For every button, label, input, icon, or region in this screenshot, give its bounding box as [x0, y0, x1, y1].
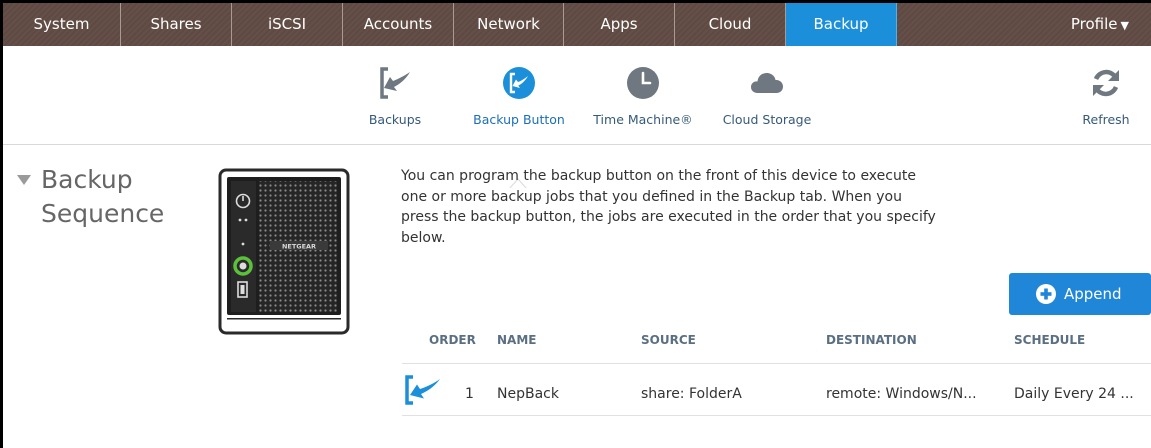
profile-menu[interactable]: Profile ▼: [1071, 3, 1129, 46]
backup-job-icon: [405, 375, 440, 405]
tab-network[interactable]: Network: [454, 3, 564, 46]
profile-label: Profile: [1070, 15, 1118, 33]
subnav-backups-label: Backups: [368, 112, 422, 127]
append-label: Append: [1064, 285, 1122, 303]
tab-apps[interactable]: Apps: [564, 3, 675, 46]
cell-name: NepBack: [497, 386, 559, 402]
section-title-line2: Sequence: [41, 199, 165, 228]
col-header-name[interactable]: NAME: [497, 333, 536, 347]
caret-down-icon: ▼: [1120, 19, 1129, 32]
table-row[interactable]: 1 NepBack share: FolderA remote: Windows…: [402, 364, 1151, 416]
subnav-backup-button-label: Backup Button: [473, 112, 565, 127]
tab-cloud[interactable]: Cloud: [675, 3, 786, 46]
cell-schedule: Daily Every 24 ...: [1014, 386, 1134, 402]
append-button[interactable]: Append: [1009, 273, 1151, 315]
section-description: You can program the backup button on the…: [401, 168, 936, 246]
tab-backup[interactable]: Backup: [786, 3, 897, 46]
section-title-line1: Backup: [41, 165, 133, 194]
subnav-backups[interactable]: Backups: [359, 46, 431, 144]
subnav-time-machine-label: Time Machine®: [593, 112, 693, 127]
main-nav: System Shares iSCSI Accounts Network App…: [3, 3, 1151, 46]
cell-source: share: FolderA: [641, 386, 742, 402]
tab-system[interactable]: System: [3, 3, 121, 46]
refresh-button[interactable]: Refresh: [1073, 46, 1139, 144]
cloud-icon: [751, 72, 783, 93]
tab-shares[interactable]: Shares: [121, 3, 232, 46]
subnav-backup-button[interactable]: Backup Button: [463, 46, 575, 144]
backup-button-icon: [503, 67, 535, 99]
device-brand-label: NETGEAR: [282, 243, 316, 251]
refresh-icon: [1093, 69, 1119, 97]
plus-circle-icon: [1036, 284, 1056, 304]
app-window: System Shares iSCSI Accounts Network App…: [0, 0, 1151, 448]
subnav-cloud-storage[interactable]: Cloud Storage: [711, 46, 823, 144]
backup-arrow-icon: [380, 67, 410, 99]
subnav-cloud-storage-label: Cloud Storage: [722, 112, 812, 127]
nas-device-illustration: NETGEAR: [218, 168, 350, 335]
col-header-source[interactable]: SOURCE: [641, 333, 696, 347]
collapse-triangle-icon: [17, 175, 31, 185]
sub-toolbar: Backups Backup Button Time Machine® Clou…: [3, 46, 1151, 189]
cell-order: 1: [465, 386, 474, 402]
col-header-schedule[interactable]: SCHEDULE: [1014, 333, 1085, 347]
col-header-destination[interactable]: DESTINATION: [826, 333, 917, 347]
clock-icon: [627, 67, 659, 99]
col-header-order[interactable]: ORDER: [429, 333, 476, 347]
refresh-label: Refresh: [1082, 112, 1130, 127]
tab-iscsi[interactable]: iSCSI: [232, 3, 343, 46]
subnav-time-machine[interactable]: Time Machine®: [585, 46, 701, 144]
tab-accounts[interactable]: Accounts: [343, 3, 454, 46]
cell-destination: remote: Windows/N...: [826, 386, 977, 402]
